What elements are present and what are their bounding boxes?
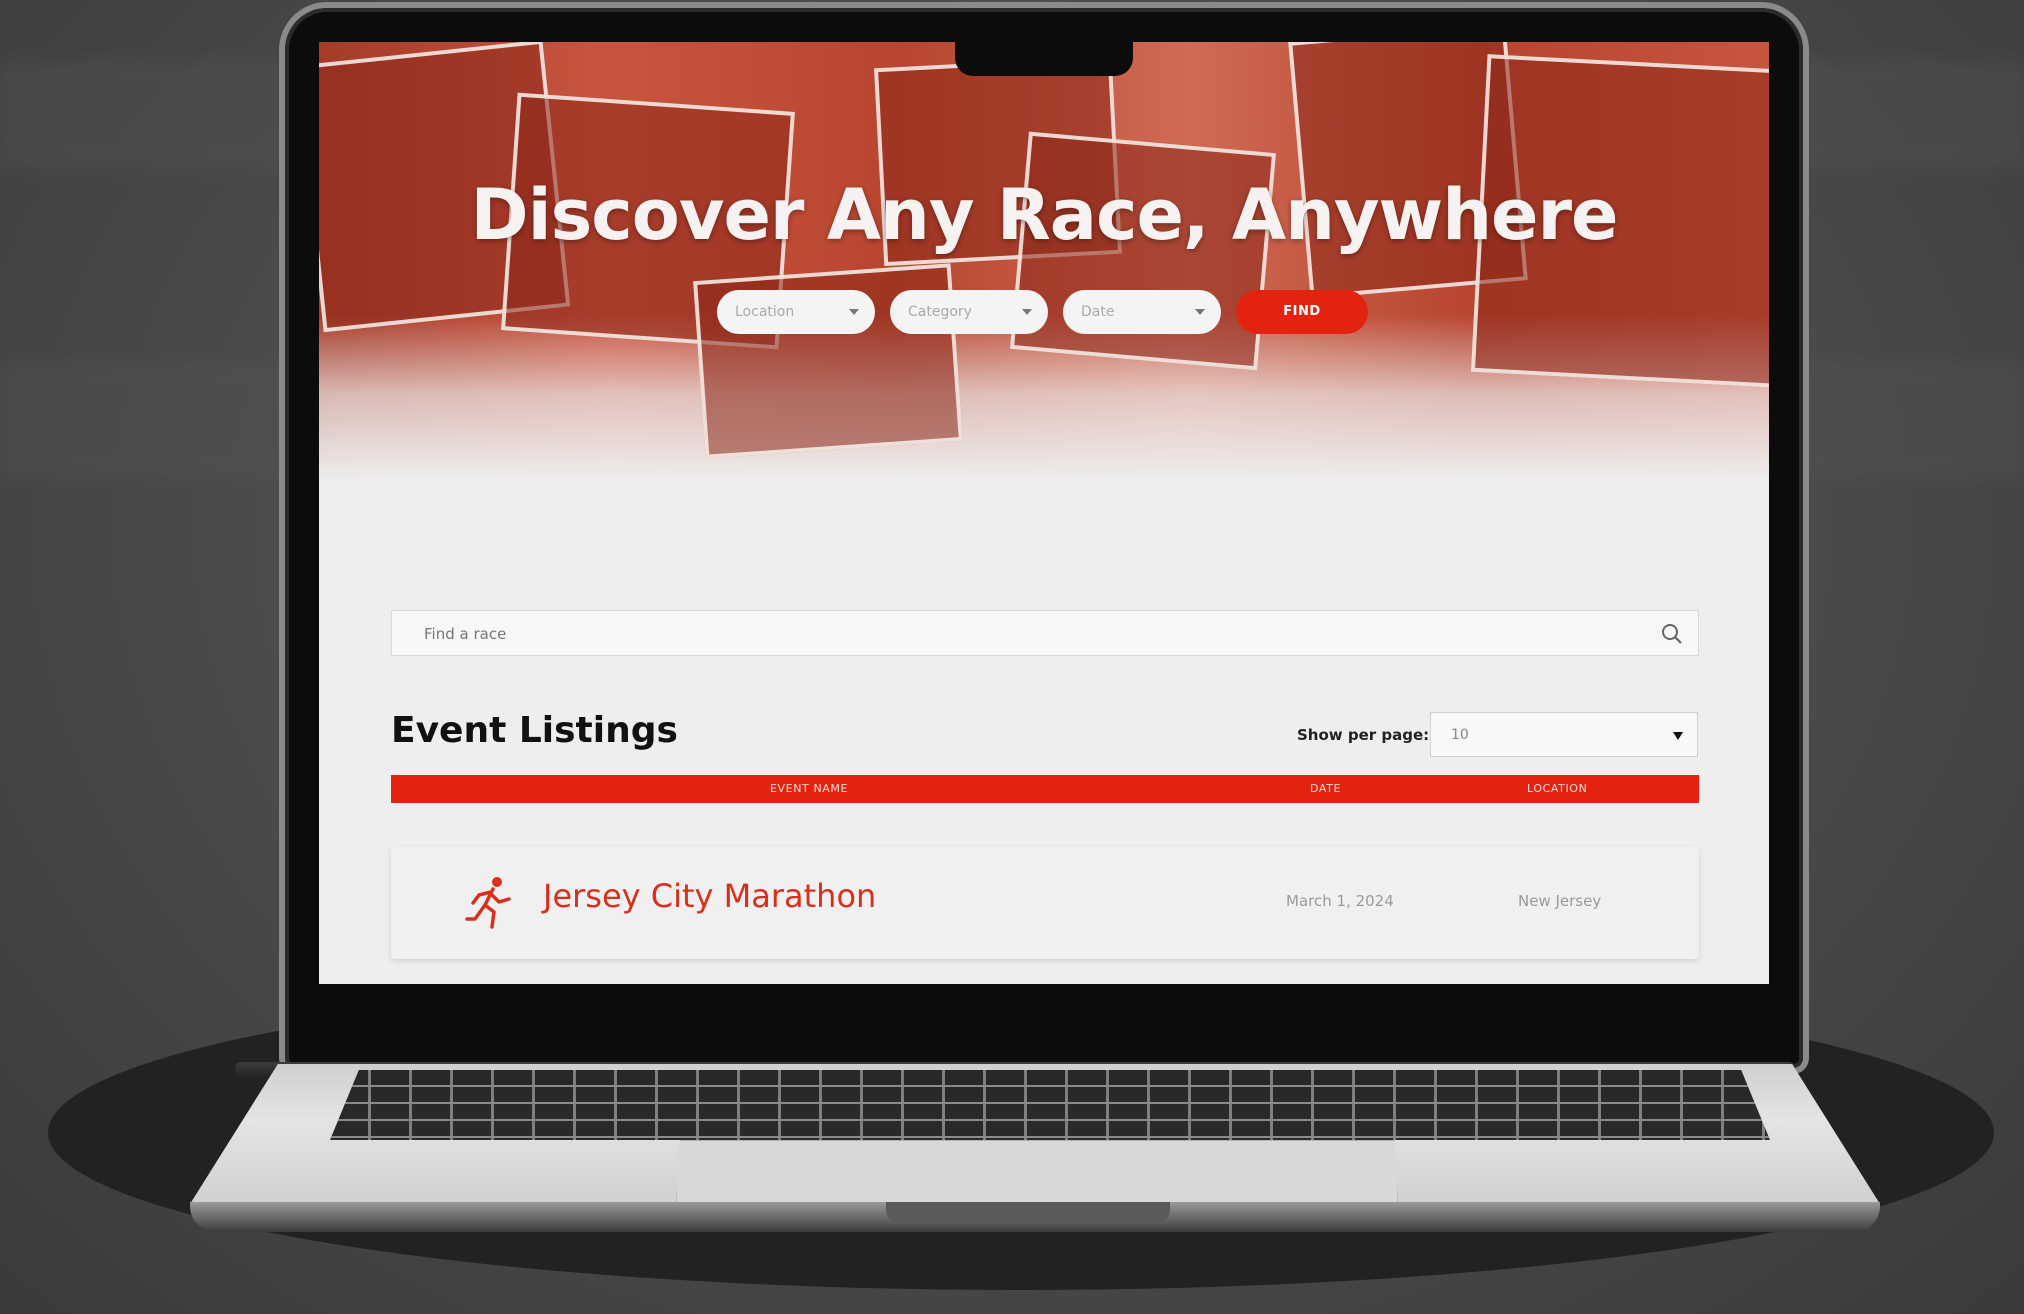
- filter-bar: Location Category Date FIND: [717, 290, 1368, 334]
- hero-title: Discover Any Race, Anywhere: [470, 174, 1618, 256]
- chevron-down-icon: [1195, 309, 1205, 315]
- location-select[interactable]: Location: [717, 290, 875, 334]
- table-header: EVENT NAME DATE LOCATION: [391, 775, 1699, 803]
- hero-banner: Discover Any Race, Anywhere Location Cat…: [319, 42, 1769, 482]
- trackpad: [676, 1140, 1398, 1203]
- column-event-name[interactable]: EVENT NAME: [770, 775, 848, 803]
- column-location[interactable]: LOCATION: [1527, 775, 1587, 803]
- screen: Discover Any Race, Anywhere Location Cat…: [319, 42, 1769, 984]
- per-page-select[interactable]: 10: [1430, 712, 1698, 757]
- location-select-label: Location: [735, 304, 795, 320]
- date-select-label: Date: [1081, 304, 1115, 320]
- event-location: New Jersey: [1518, 892, 1602, 910]
- event-listings-title: Event Listings: [391, 710, 678, 751]
- laptop-lip: [886, 1202, 1170, 1222]
- race-search-input[interactable]: Find a race: [391, 610, 1699, 656]
- race-search-placeholder: Find a race: [424, 625, 507, 643]
- search-icon[interactable]: [1660, 622, 1684, 646]
- event-date: March 1, 2024: [1286, 892, 1394, 910]
- keyboard-rows: [330, 1070, 1770, 1140]
- find-button[interactable]: FIND: [1236, 290, 1368, 334]
- chevron-down-icon: [849, 309, 859, 315]
- caret-down-icon: [1673, 732, 1683, 740]
- column-date[interactable]: DATE: [1310, 775, 1341, 803]
- category-select-label: Category: [908, 304, 972, 320]
- per-page-label: Show per page:: [1297, 726, 1430, 744]
- laptop-chin: [319, 984, 1769, 1024]
- date-select[interactable]: Date: [1063, 290, 1221, 334]
- runner-icon: [465, 877, 511, 929]
- camera-notch: [955, 40, 1133, 76]
- table-row[interactable]: Jersey City Marathon March 1, 2024 New J…: [391, 847, 1699, 959]
- event-name-link[interactable]: Jersey City Marathon: [543, 877, 876, 915]
- category-select[interactable]: Category: [890, 290, 1048, 334]
- per-page-value: 10: [1451, 727, 1469, 743]
- chevron-down-icon: [1022, 309, 1032, 315]
